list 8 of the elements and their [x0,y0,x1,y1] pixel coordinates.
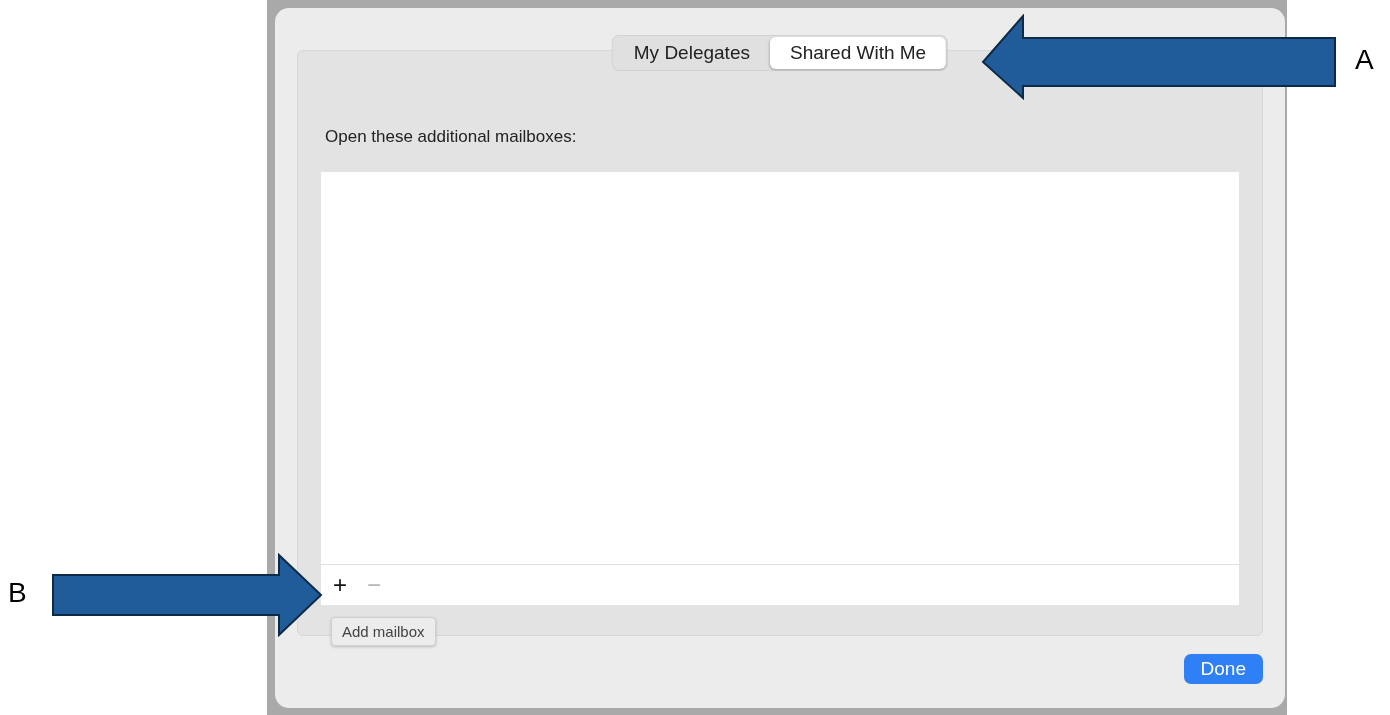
done-button[interactable]: Done [1183,654,1263,684]
annotation-label: A [1355,44,1374,76]
annotation-label: B [8,577,27,609]
tab[interactable]: Shared With Me [769,37,947,69]
add-button[interactable]: + [329,573,351,597]
tooltip: Add mailbox [331,617,436,646]
tab[interactable]: My Delegates [613,37,770,69]
prompt-label: Open these additional mailboxes: [325,127,578,147]
